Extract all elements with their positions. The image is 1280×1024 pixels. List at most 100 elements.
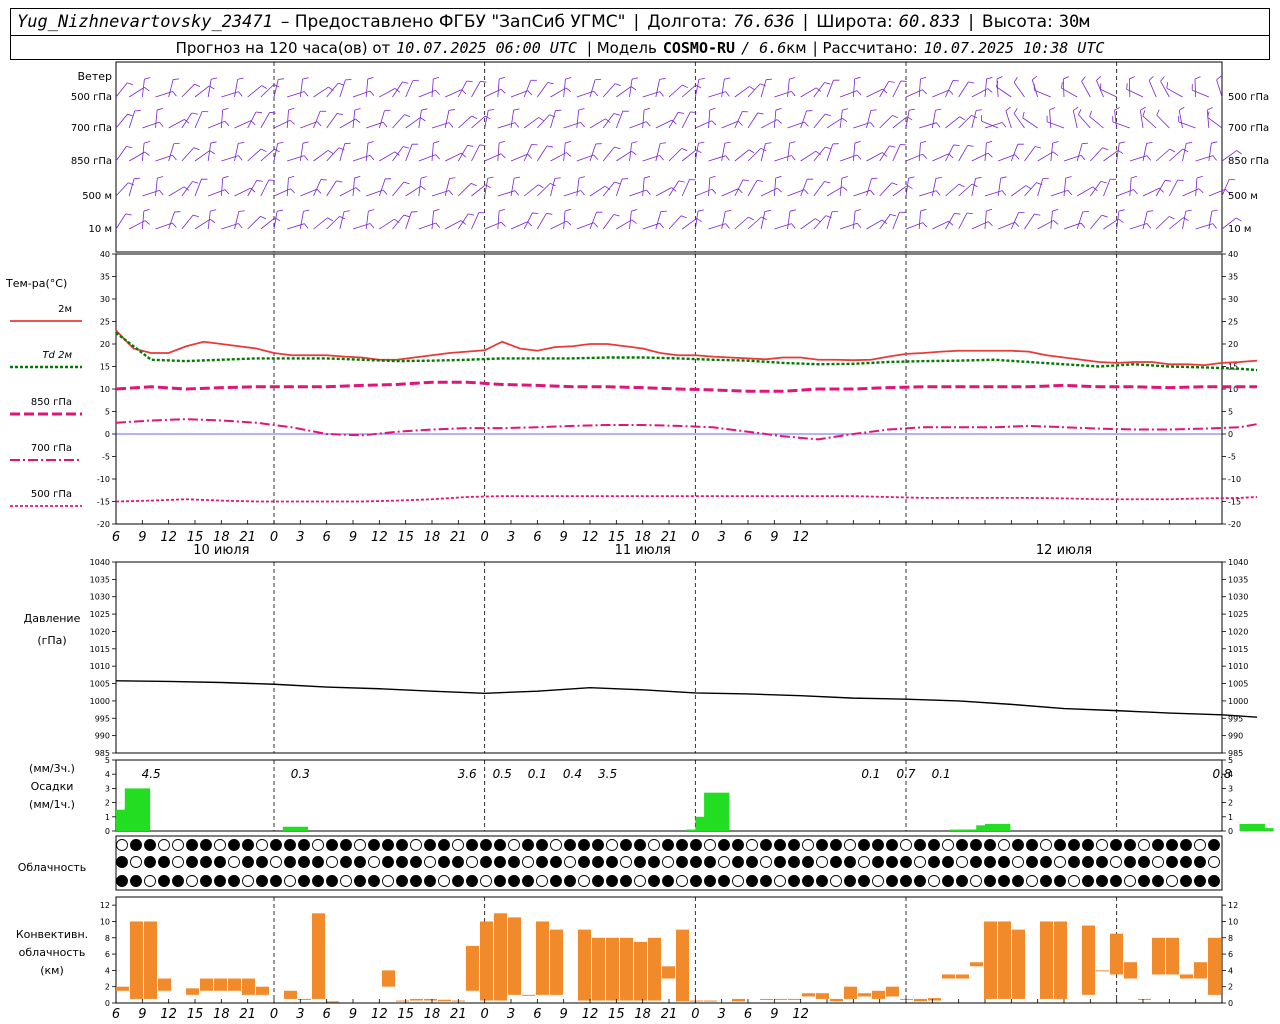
wind-barb bbox=[734, 86, 750, 98]
wind-barb-flag bbox=[742, 179, 749, 181]
wind-barb bbox=[392, 114, 405, 129]
wind-barb-flag bbox=[1146, 155, 1152, 161]
cloud-cover-symbol bbox=[564, 839, 576, 851]
wind-barb bbox=[286, 178, 289, 197]
wind-barb bbox=[208, 189, 226, 197]
wind-barb bbox=[181, 181, 193, 197]
wind-barb bbox=[313, 179, 322, 197]
wind-barb bbox=[497, 79, 500, 98]
wind-barb-flag bbox=[134, 177, 141, 180]
cloud-cover-symbol bbox=[550, 875, 562, 887]
wind-barb-flag bbox=[1236, 150, 1242, 155]
wind-barb bbox=[918, 79, 921, 98]
wind-barb bbox=[352, 154, 371, 162]
wind-barb-flag bbox=[578, 176, 585, 179]
wind-barb-flag bbox=[471, 115, 478, 120]
conv-cloud-bar bbox=[550, 929, 563, 995]
wind-barb-flag bbox=[238, 155, 243, 161]
wind-barb-flag bbox=[1198, 188, 1204, 194]
wind-barb bbox=[602, 83, 616, 98]
wind-barb-flag bbox=[593, 91, 599, 97]
wind-barb-flag bbox=[856, 223, 862, 229]
wind-barb bbox=[1050, 189, 1069, 197]
wind-barb bbox=[589, 118, 606, 129]
wind-barb-flag bbox=[369, 90, 375, 96]
cloud-cover-symbol bbox=[242, 856, 254, 868]
cloud-cover-symbol bbox=[634, 875, 646, 887]
cloud-cover-symbol bbox=[1012, 839, 1024, 851]
cloud-cover-symbol bbox=[886, 856, 898, 868]
wind-barb bbox=[668, 84, 683, 98]
wind-barb-flag bbox=[403, 214, 410, 218]
wind-barb bbox=[708, 110, 711, 129]
cloud-cover-symbol bbox=[1026, 875, 1038, 887]
wind-barb-flag bbox=[870, 109, 877, 111]
wind-barb-flag bbox=[479, 144, 486, 146]
wind-barb bbox=[1142, 143, 1148, 162]
cloud-cover-symbol bbox=[970, 875, 982, 887]
precip-tick-label: 5 bbox=[105, 756, 110, 765]
cloud-cover-symbol bbox=[648, 875, 660, 887]
wind-barb-flag bbox=[697, 209, 704, 212]
conv-cloud-bar bbox=[424, 998, 437, 1001]
wind-barb bbox=[510, 110, 515, 129]
precip-tick-label: 1 bbox=[105, 813, 110, 822]
wind-barb-flag bbox=[1005, 106, 1011, 112]
wind-barb-flag bbox=[144, 87, 150, 92]
wind-barb-flag bbox=[1114, 106, 1121, 111]
wind-level-label-right: 700 гПа bbox=[1228, 123, 1269, 134]
cloud-cover-symbol bbox=[886, 839, 898, 851]
wind-barb bbox=[207, 143, 212, 162]
wind-barb bbox=[142, 189, 160, 197]
wind-barb bbox=[918, 211, 921, 230]
wind-barb bbox=[115, 213, 127, 230]
wind-barb-flag bbox=[1078, 109, 1082, 115]
wind-barb bbox=[589, 79, 596, 98]
wind-barb-flag bbox=[1211, 209, 1218, 212]
wind-barb bbox=[681, 149, 697, 162]
conv-cloud-bar bbox=[466, 945, 479, 991]
wind-barb-flag bbox=[268, 179, 275, 181]
wind-barb-flag bbox=[368, 209, 375, 212]
wind-barb-flag bbox=[1131, 175, 1138, 179]
conv-cloud-bar bbox=[914, 998, 927, 1002]
conv-hour-label: 3 bbox=[296, 1007, 304, 1022]
wind-barb-flag bbox=[631, 219, 637, 224]
wind-barb bbox=[694, 211, 699, 230]
wind-barb bbox=[299, 211, 304, 230]
cloud-cover-symbol bbox=[116, 839, 128, 851]
wind-barb-flag bbox=[631, 150, 637, 156]
wind-barb-flag bbox=[804, 121, 809, 127]
wind-barb bbox=[747, 216, 762, 230]
wind-barb-flag bbox=[355, 118, 361, 124]
wind-barb-flag bbox=[682, 84, 688, 89]
wind-barb-flag bbox=[630, 86, 637, 91]
wind-barb bbox=[1072, 110, 1078, 129]
conv-cloud-bar bbox=[676, 929, 689, 1002]
wind-barb bbox=[181, 112, 193, 129]
conv-hour-label: 6 bbox=[533, 1007, 541, 1022]
wind-barb bbox=[220, 110, 224, 129]
cloud-cover-symbol bbox=[382, 856, 394, 868]
temperature-hour-label: 21 bbox=[450, 530, 467, 545]
wind-barb bbox=[1207, 116, 1223, 129]
wind-barb bbox=[365, 143, 369, 162]
cloud-cover-symbol bbox=[746, 839, 758, 851]
wind-barb-flag bbox=[1177, 179, 1184, 182]
cloud-cover-symbol bbox=[480, 875, 492, 887]
temperature-tick-label: -5 bbox=[1228, 453, 1236, 462]
cloud-cover-symbol bbox=[1194, 856, 1206, 868]
wind-barb-flag bbox=[159, 190, 164, 196]
cloud-cover-symbol bbox=[284, 856, 296, 868]
conv-cloud-bar bbox=[928, 998, 941, 1001]
wind-barb bbox=[760, 143, 766, 162]
wind-barb bbox=[1078, 114, 1091, 129]
wind-barb-flag bbox=[1119, 141, 1126, 144]
wind-barb-flag bbox=[1080, 222, 1086, 228]
wind-barb bbox=[984, 190, 1003, 197]
wind-barb-flag bbox=[986, 140, 993, 144]
wind-barb-flag bbox=[725, 223, 730, 229]
precip-tick-label: 0 bbox=[1228, 827, 1233, 836]
temperature-title: Тем-ра(°С) bbox=[5, 277, 67, 290]
cloud-cover-symbol bbox=[1082, 856, 1094, 868]
